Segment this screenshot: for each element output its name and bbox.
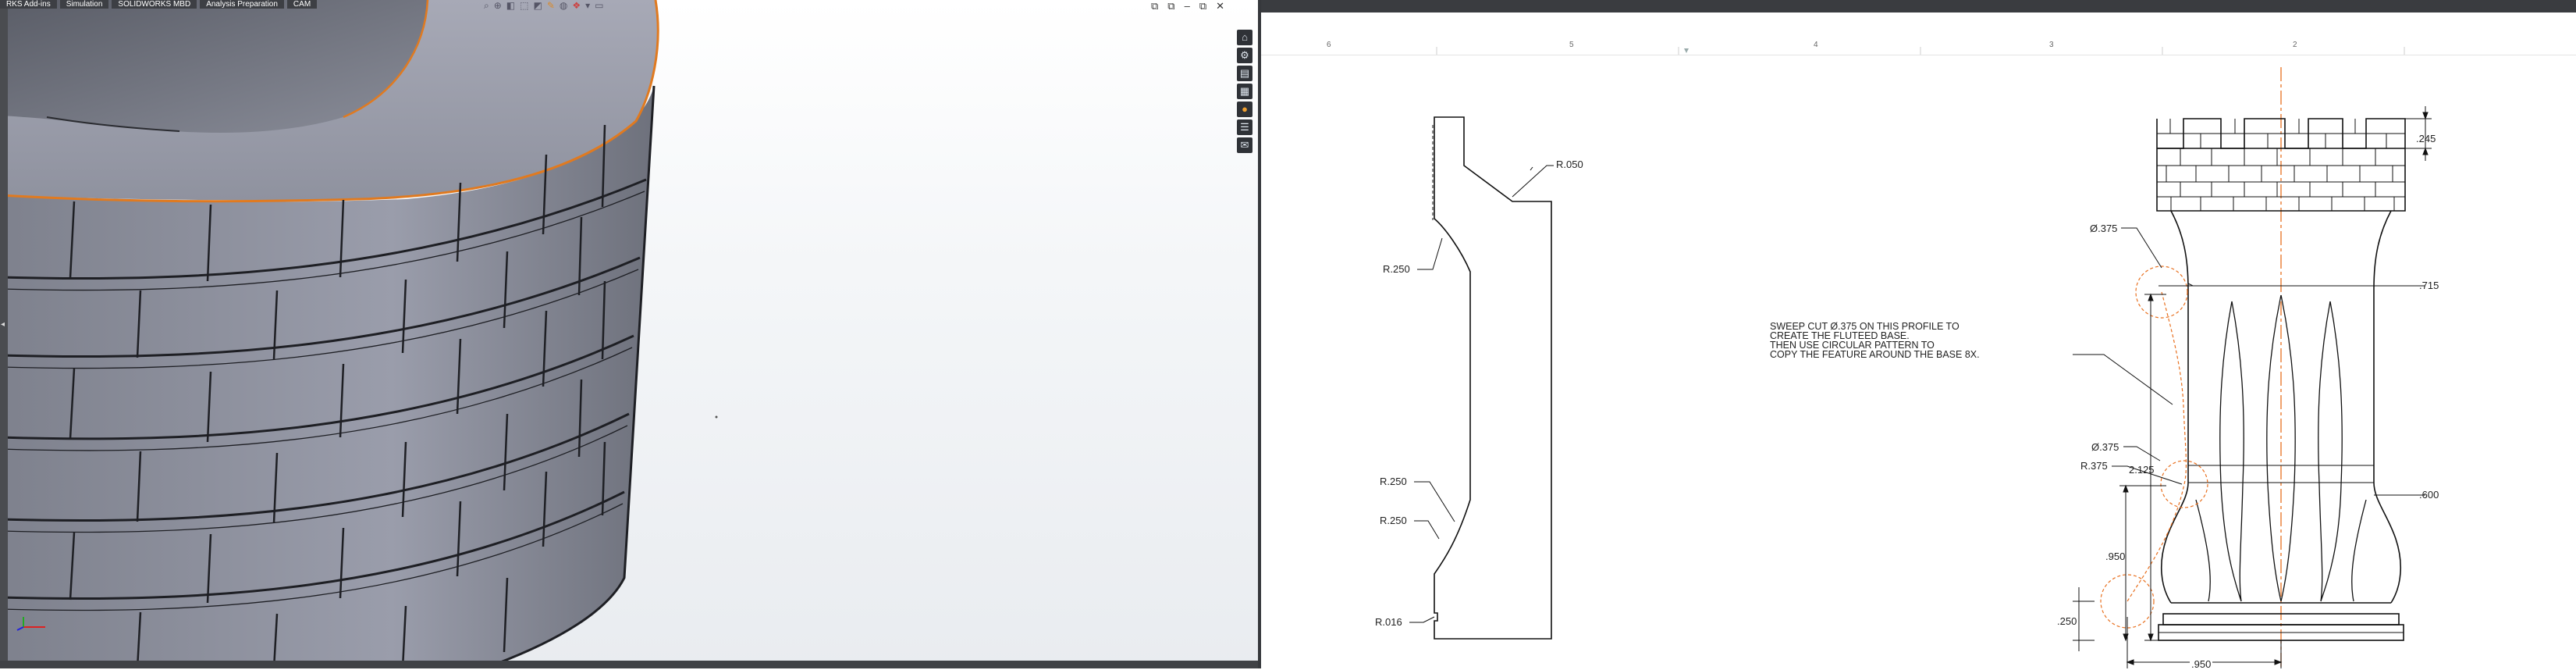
panel-collapse-icon[interactable]: ◂ bbox=[1, 320, 5, 329]
maximize-icon[interactable]: ⧉ bbox=[1199, 0, 1206, 12]
tab-addins[interactable]: RKS Add-ins bbox=[0, 0, 57, 9]
dim-diameter-375-low[interactable]: Ø.375 bbox=[2091, 441, 2119, 453]
hide-show-icon[interactable]: ✎ bbox=[547, 0, 555, 11]
dim-r016[interactable]: R.016 bbox=[1375, 616, 1402, 628]
design-library-icon[interactable]: ▤ bbox=[1237, 66, 1252, 81]
monitor-icon[interactable]: ▭ bbox=[595, 0, 603, 11]
sweep-profile bbox=[1434, 116, 1552, 640]
status-strip bbox=[0, 661, 1258, 668]
zoom-icon[interactable]: ⊕ bbox=[494, 0, 502, 11]
scene-icon[interactable]: ❖ bbox=[572, 0, 581, 11]
edit-appearance-icon[interactable]: ◍ bbox=[560, 0, 567, 11]
display-style-icon[interactable]: ◩ bbox=[533, 0, 542, 11]
dimension-lines bbox=[2073, 106, 2432, 668]
model-graphics[interactable] bbox=[0, 0, 1258, 668]
view-orientation-icon[interactable]: ⬚ bbox=[520, 0, 528, 11]
reference-triad-icon bbox=[16, 617, 45, 631]
task-pane-tabs: ⌂ ⚙ ▤ ▦ ● ☰ ✉ bbox=[1237, 30, 1254, 162]
tile-icon[interactable]: ⧉ bbox=[1151, 0, 1158, 12]
close-icon[interactable]: ✕ bbox=[1216, 0, 1224, 12]
sweep-cut-note[interactable]: SWEEP CUT Ø.375 ON THIS PROFILE TO CREAT… bbox=[1770, 322, 1980, 360]
note-line: COPY THE FEATURE AROUND THE BASE 8X. bbox=[1770, 349, 1980, 360]
dim-245[interactable]: .245 bbox=[2416, 133, 2436, 144]
dim-600[interactable]: .600 bbox=[2419, 489, 2439, 501]
dim-r250-mid[interactable]: R.250 bbox=[1380, 476, 1407, 487]
restore-icon[interactable]: ⧉ bbox=[1167, 0, 1174, 12]
dim-diameter-375-top[interactable]: Ø.375 bbox=[2090, 223, 2117, 234]
dim-r250-top[interactable]: R.250 bbox=[1383, 263, 1410, 275]
dim-2125[interactable]: 2.125 bbox=[2129, 464, 2155, 476]
view-settings-icon[interactable]: ▾ bbox=[585, 0, 590, 11]
dim-r050[interactable]: R.050 bbox=[1556, 159, 1583, 170]
left-panel-edge bbox=[0, 0, 8, 668]
file-explorer-icon[interactable]: ▦ bbox=[1237, 84, 1252, 99]
home-icon[interactable]: ⌂ bbox=[1237, 30, 1252, 45]
drawing-sheet[interactable]: 6 5 4 3 2 R.050 R.250 R.250 R.250 R.016 … bbox=[1258, 0, 2576, 670]
search-view-icon[interactable]: ⌕ bbox=[484, 0, 489, 11]
tab-cam[interactable]: CAM bbox=[286, 0, 318, 9]
command-manager-tabs: RKS Add-ins Simulation SOLIDWORKS MBD An… bbox=[0, 0, 318, 9]
dim-715[interactable]: .715 bbox=[2419, 280, 2439, 291]
dim-r375[interactable]: R.375 bbox=[2080, 460, 2108, 472]
dim-250[interactable]: .250 bbox=[2057, 615, 2077, 627]
appearances-icon[interactable]: ● bbox=[1237, 102, 1252, 117]
custom-properties-icon[interactable]: ☰ bbox=[1237, 119, 1252, 135]
model-viewport[interactable]: ◂ RKS Add-ins Simulation SOLIDWORKS MBD … bbox=[0, 0, 1258, 668]
tab-analysis-preparation[interactable]: Analysis Preparation bbox=[200, 0, 284, 9]
forum-icon[interactable]: ✉ bbox=[1237, 137, 1252, 153]
heads-up-toolbar: ⌕ ⊕ ◧ ⬚ ◩ ✎ ◍ ❖ ▾ ▭ bbox=[484, 0, 604, 11]
window-controls: ⧉ ⧉ – ⧉ ✕ bbox=[1151, 0, 1224, 12]
minimize-icon[interactable]: – bbox=[1185, 0, 1190, 12]
tab-mbd[interactable]: SOLIDWORKS MBD bbox=[112, 0, 197, 9]
tab-simulation[interactable]: Simulation bbox=[59, 0, 109, 9]
resources-icon[interactable]: ⚙ bbox=[1237, 48, 1252, 63]
dim-950-vertical[interactable]: .950 bbox=[2105, 551, 2125, 562]
section-view-icon[interactable]: ◧ bbox=[506, 0, 515, 11]
dim-r250-low[interactable]: R.250 bbox=[1380, 515, 1407, 526]
